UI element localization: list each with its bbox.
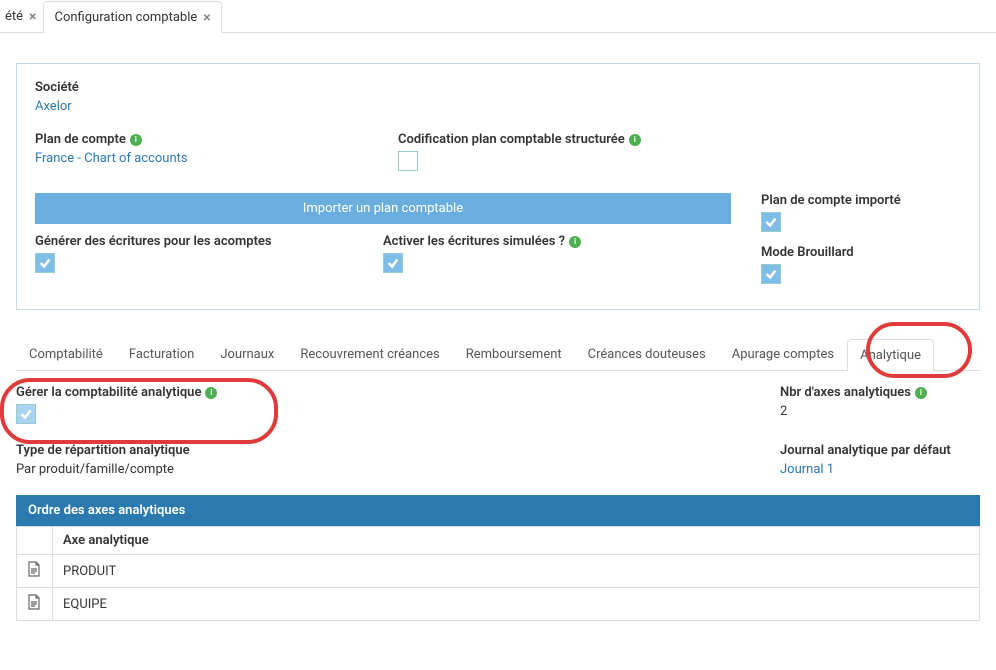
table-row[interactable]: EQUIPE <box>17 588 980 621</box>
row-label: EQUIPE <box>53 588 980 621</box>
document-icon <box>27 599 41 614</box>
imported-chart-label: Plan de compte importé <box>761 193 961 208</box>
chart-of-accounts-link[interactable]: France - Chart of accounts <box>35 151 398 166</box>
info-icon[interactable]: i <box>205 387 217 399</box>
tab-apurage[interactable]: Apurage comptes <box>719 338 847 370</box>
top-tab-config-comptable[interactable]: Configuration comptable × <box>43 1 221 33</box>
main-panel: Société Axelor Plan de compte i France -… <box>16 63 980 310</box>
axes-order-title: Ordre des axes analytiques <box>16 495 980 526</box>
info-icon[interactable]: i <box>569 236 581 248</box>
generate-entries-checkbox[interactable] <box>35 253 55 273</box>
tab-remboursement[interactable]: Remboursement <box>453 338 575 370</box>
row-icon-cell <box>17 555 53 588</box>
table-row[interactable]: PRODUIT <box>17 555 980 588</box>
close-icon[interactable]: × <box>29 10 36 24</box>
chart-of-accounts-label: Plan de compte i <box>35 132 398 147</box>
tab-recouvrement[interactable]: Recouvrement créances <box>287 338 452 370</box>
top-tab-partial[interactable]: été × <box>4 0 43 32</box>
manage-analytic-checkbox[interactable] <box>16 404 36 424</box>
generate-entries-label: Générer des écritures pour les acomptes <box>35 234 383 249</box>
tab-analytique[interactable]: Analytique <box>847 339 934 371</box>
activate-simulated-checkbox[interactable] <box>383 253 403 273</box>
tab-journaux[interactable]: Journaux <box>207 338 287 370</box>
row-label: PRODUIT <box>53 555 980 588</box>
import-chart-button[interactable]: Importer un plan comptable <box>35 193 731 224</box>
default-journal-label: Journal analytique par défaut <box>780 443 980 458</box>
table-header-axe: Axe analytique <box>53 527 980 555</box>
top-tab-bar: été × Configuration comptable × <box>0 0 996 33</box>
manage-analytic-label: Gérer la comptabilité analytique i <box>16 385 780 400</box>
top-tab-config-label: Configuration comptable <box>54 10 197 25</box>
axes-order-table: Axe analytique PRODUIT <box>16 526 980 621</box>
tab-facturation[interactable]: Facturation <box>116 338 208 370</box>
society-link[interactable]: Axelor <box>35 99 961 114</box>
info-icon[interactable]: i <box>629 134 641 146</box>
info-icon[interactable]: i <box>915 387 927 399</box>
sub-tab-bar: Comptabilité Facturation Journaux Recouv… <box>16 338 980 371</box>
default-journal-link[interactable]: Journal 1 <box>780 462 980 477</box>
info-icon[interactable]: i <box>130 134 142 146</box>
top-tab-partial-label: été <box>5 9 23 24</box>
document-icon <box>27 566 41 581</box>
tab-comptabilite[interactable]: Comptabilité <box>16 338 116 370</box>
activate-simulated-label: Activer les écritures simulées ? i <box>383 234 731 249</box>
codification-label: Codification plan comptable structurée i <box>398 132 761 147</box>
repartition-type-label: Type de répartition analytique <box>16 443 780 458</box>
draft-mode-label: Mode Brouillard <box>761 245 961 260</box>
row-icon-cell <box>17 588 53 621</box>
tab-creances-douteuses[interactable]: Créances douteuses <box>575 338 719 370</box>
axes-count-value: 2 <box>780 404 980 419</box>
codification-checkbox[interactable] <box>398 151 418 171</box>
axes-count-label: Nbr d'axes analytiques i <box>780 385 980 400</box>
imported-chart-checkbox[interactable] <box>761 212 781 232</box>
close-icon[interactable]: × <box>203 11 210 25</box>
draft-mode-checkbox[interactable] <box>761 264 781 284</box>
table-header-icon <box>17 527 53 555</box>
analytic-content: Gérer la comptabilité analytique i Nbr d… <box>16 385 980 621</box>
society-label: Société <box>35 80 961 95</box>
repartition-type-value: Par produit/famille/compte <box>16 462 780 477</box>
